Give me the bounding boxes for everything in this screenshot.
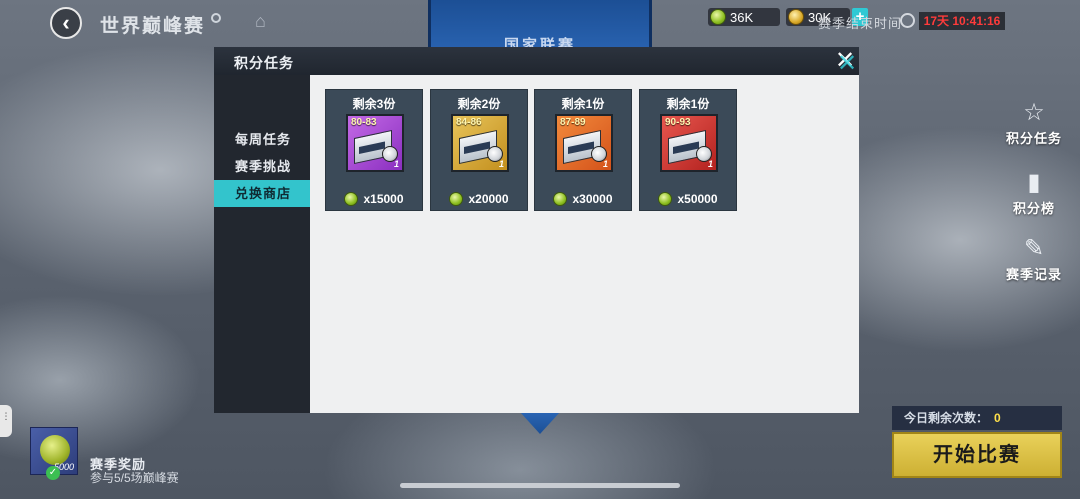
remaining-attempts-value: 0 xyxy=(994,411,1001,425)
price-value: x15000 xyxy=(363,192,404,206)
pack-quantity: 1 xyxy=(393,159,399,169)
edit-record-icon: ✎ xyxy=(1023,235,1045,262)
side-menu-leaderboard[interactable]: ▮ 积分榜 xyxy=(1002,170,1066,218)
item-remaining: 剩余2份 xyxy=(457,97,501,111)
item-price: x30000 xyxy=(535,190,631,208)
trophy-icon xyxy=(40,435,70,465)
remaining-attempts-label: 今日剩余次数： xyxy=(904,411,989,425)
shop-item-card[interactable]: 剩余1份 90-93 1 x50000 xyxy=(639,89,737,211)
check-icon: ✓ xyxy=(46,466,60,480)
shop-item-card[interactable]: 剩余3份 80-83 1 x15000 xyxy=(325,89,423,211)
close-button[interactable]: ✕ ✕ xyxy=(834,49,858,77)
item-price: x20000 xyxy=(431,190,527,208)
item-remaining: 剩余1份 xyxy=(561,97,605,111)
price-value: x50000 xyxy=(677,192,718,206)
pack-quantity: 1 xyxy=(707,159,713,169)
page-title: 世界巅峰赛 xyxy=(100,16,206,37)
item-price: x50000 xyxy=(640,190,736,208)
item-price: x15000 xyxy=(326,190,422,208)
price-value: x30000 xyxy=(572,192,613,206)
green-coin-icon xyxy=(449,192,464,206)
title-decoration-icon xyxy=(211,13,221,23)
shop-item-card[interactable]: 剩余2份 84-86 1 x20000 xyxy=(430,89,528,211)
currency-green-value: 36K xyxy=(730,9,754,25)
start-match-button[interactable]: 开始比赛 xyxy=(892,432,1062,478)
shop-item-card[interactable]: 剩余1份 87-89 1 x30000 xyxy=(534,89,632,211)
home-indicator[interactable] xyxy=(400,483,680,488)
season-reward-subtitle: 参与5/5场巅峰赛 xyxy=(90,471,179,485)
price-value: x20000 xyxy=(468,192,509,206)
green-coin-icon xyxy=(344,192,359,206)
side-menu-points-task[interactable]: ☆ 积分任务 xyxy=(1002,100,1066,148)
side-menu-season-record[interactable]: ✎ 赛季记录 xyxy=(1002,236,1066,284)
pack-rating-range: 84-86 xyxy=(456,117,482,128)
green-coin-icon xyxy=(710,9,726,25)
green-coin-icon xyxy=(658,192,673,206)
tab-season-challenge[interactable]: 赛季挑战 xyxy=(214,153,310,180)
player-pack-icon: 87-89 1 xyxy=(555,114,613,172)
tab-weekly-tasks[interactable]: 每周任务 xyxy=(214,126,310,153)
item-remaining: 剩余1份 xyxy=(666,97,710,111)
season-timer: 17天 10:41:16 xyxy=(919,12,1005,30)
clock-icon xyxy=(900,13,915,28)
side-menu-label: 赛季记录 xyxy=(1005,267,1062,282)
shop-content: 剩余3份 80-83 1 x15000 剩余2份 84-86 1 x20000 … xyxy=(310,75,859,413)
player-pack-icon: 84-86 1 xyxy=(451,114,509,172)
green-coin-icon xyxy=(553,192,568,206)
remaining-attempts: 今日剩余次数： 0 xyxy=(892,406,1062,430)
pack-quantity: 1 xyxy=(602,159,608,169)
tab-exchange-shop[interactable]: 兑换商店 xyxy=(214,180,310,207)
pack-rating-range: 80-83 xyxy=(351,117,377,128)
item-remaining: 剩余3份 xyxy=(352,97,396,111)
pack-rating-range: 90-93 xyxy=(665,117,691,128)
currency-green: 36K xyxy=(708,8,780,26)
star-badge-icon: ☆ xyxy=(1023,99,1045,126)
drawer-handle[interactable]: ⋮ xyxy=(0,405,12,437)
modal-sidebar: 每周任务 赛季挑战 兑换商店 xyxy=(214,75,310,413)
side-menu-label: 积分榜 xyxy=(1012,201,1055,216)
points-task-modal: 积分任务 ✕ ✕ 每周任务 赛季挑战 兑换商店 剩余3份 80-83 1 x15… xyxy=(214,47,859,413)
home-icon[interactable]: ⌂ xyxy=(255,11,277,31)
player-pack-icon: 80-83 1 xyxy=(346,114,404,172)
modal-header: 积分任务 ✕ ✕ xyxy=(214,47,859,77)
back-button[interactable]: ‹ xyxy=(50,7,82,39)
close-accent-icon: ✕ xyxy=(837,50,858,77)
back-arrow-icon: ‹ xyxy=(62,10,70,35)
side-menu-label: 积分任务 xyxy=(1005,131,1062,146)
player-pack-icon: 90-93 1 xyxy=(660,114,718,172)
gold-coin-icon xyxy=(788,9,804,25)
leaderboard-icon: ▮ xyxy=(1027,169,1041,196)
pack-quantity: 1 xyxy=(498,159,504,169)
pack-rating-range: 87-89 xyxy=(560,117,586,128)
modal-title: 积分任务 xyxy=(234,55,294,71)
season-end-label: 赛季结束时间 xyxy=(818,16,903,31)
